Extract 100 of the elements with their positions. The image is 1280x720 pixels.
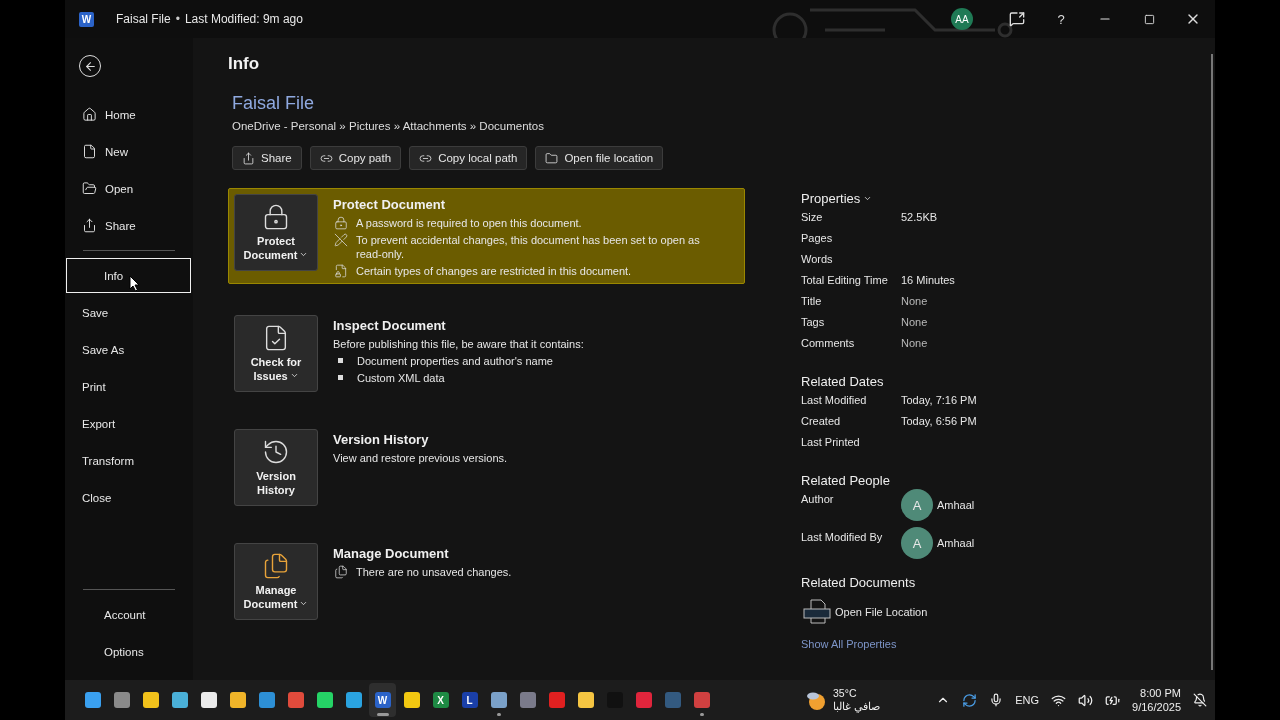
- clock-time[interactable]: 8:00 PM: [1140, 686, 1181, 700]
- app-icon: [693, 692, 710, 708]
- app-icon: [548, 692, 565, 708]
- person-avatar: A: [901, 489, 933, 521]
- microphone-icon[interactable]: [989, 693, 1004, 707]
- notification-icon[interactable]: [1193, 693, 1207, 707]
- properties-dropdown[interactable]: Properties: [801, 191, 1061, 206]
- property-value: Today, 7:16 PM: [901, 394, 978, 406]
- app-icon: W: [374, 692, 391, 708]
- section-title: Manage Document: [333, 546, 450, 561]
- property-value[interactable]: None: [901, 337, 1061, 349]
- property-label: Comments: [801, 337, 856, 349]
- document-title: Faisal File: [116, 12, 171, 26]
- section-tile-button[interactable]: Check for Issues: [234, 315, 318, 392]
- section-text: Custom XML data: [357, 371, 445, 385]
- mouse-pointer-icon: [129, 275, 140, 292]
- app-icon: [316, 692, 333, 708]
- sidebar-item[interactable]: Home: [66, 97, 191, 132]
- clock-date[interactable]: 9/16/2025: [1132, 700, 1181, 714]
- sidebar-item[interactable]: Save: [66, 295, 191, 330]
- file-name: Faisal File: [232, 93, 316, 114]
- section-tile-button[interactable]: Version History: [234, 429, 318, 506]
- action-button[interactable]: Open file location: [535, 146, 664, 170]
- app-icon: [664, 692, 681, 708]
- html-file-icon: [803, 599, 831, 625]
- sidebar-item[interactable]: Open: [66, 171, 191, 206]
- help-button[interactable]: ?: [1039, 3, 1083, 35]
- sidebar-item[interactable]: New: [66, 134, 191, 169]
- sidebar-item[interactable]: Transform: [66, 443, 191, 478]
- file-path: OneDrive - Personal » Pictures » Attachments » Documentos: [232, 120, 545, 132]
- section-tile-button[interactable]: Protect Document: [234, 194, 318, 271]
- section-icon: [262, 552, 290, 580]
- app-icon: [345, 692, 362, 708]
- section-text: Document properties and author's name: [357, 354, 553, 368]
- property-label: Created: [801, 415, 842, 427]
- taskbar-app-button[interactable]: X: [427, 683, 454, 717]
- sidebar-item[interactable]: Share: [66, 208, 191, 243]
- note-icon: [334, 565, 348, 579]
- note-icon: [334, 216, 348, 230]
- section-title: Version History: [333, 432, 430, 447]
- sidebar-item-icon: [82, 144, 97, 159]
- section-tile-button[interactable]: Manage Document: [234, 543, 318, 620]
- volume-icon[interactable]: [1078, 692, 1094, 708]
- property-label: Author: [801, 493, 835, 505]
- property-label: Tags: [801, 316, 826, 328]
- person-name: Amhaal: [937, 537, 975, 549]
- property-label: Title: [801, 295, 823, 307]
- sidebar-item[interactable]: Options: [66, 634, 191, 669]
- app-icon: [84, 692, 101, 708]
- sidebar-item[interactable]: Print: [66, 369, 191, 404]
- property-label: Size: [801, 211, 824, 223]
- folder-icon: [545, 151, 559, 165]
- person-name: Amhaal: [937, 499, 975, 511]
- property-value[interactable]: None: [901, 295, 1061, 307]
- wifi-icon[interactable]: [1051, 692, 1067, 708]
- last-modified-status: Last Modified: 9m ago: [184, 12, 303, 26]
- property-value: Today, 6:56 PM: [901, 415, 978, 427]
- sidebar-item[interactable]: Close: [66, 480, 191, 515]
- feedback-icon: [1009, 11, 1025, 27]
- section-text: View and restore previous versions.: [333, 451, 508, 465]
- app-icon: X: [432, 692, 449, 708]
- taskbar-app-button[interactable]: W: [369, 683, 396, 717]
- app-icon: L: [461, 692, 478, 708]
- property-value[interactable]: None: [901, 316, 1061, 328]
- language-indicator[interactable]: ENG: [1015, 694, 1040, 706]
- section-title: Protect Document: [333, 197, 446, 212]
- section-title: Inspect Document: [333, 318, 447, 333]
- app-icon: [113, 692, 130, 708]
- action-button[interactable]: Copy local path: [409, 146, 528, 170]
- caret-icon: [863, 194, 873, 203]
- word-logo-icon: W: [79, 11, 94, 27]
- user-avatar[interactable]: AA: [951, 8, 973, 30]
- section-heading: Related People: [801, 473, 891, 488]
- sidebar-item[interactable]: Save As: [66, 332, 191, 367]
- action-button[interactable]: Copy path: [309, 146, 402, 170]
- title-separator: •: [175, 12, 180, 26]
- action-button[interactable]: Share: [232, 146, 302, 170]
- property-label: Pages: [801, 232, 834, 244]
- open-file-location-link[interactable]: Open File Location: [803, 595, 1061, 629]
- show-all-properties-link[interactable]: Show All Properties: [801, 638, 1061, 650]
- sidebar-item-icon: [82, 107, 97, 122]
- taskbar-app-button[interactable]: L: [456, 683, 483, 717]
- note-icon: [334, 264, 348, 278]
- property-label: Last Printed: [801, 436, 861, 448]
- app-icon: [490, 692, 507, 708]
- scrollbar[interactable]: [1211, 54, 1213, 670]
- app-icon: [142, 692, 159, 708]
- sidebar-item[interactable]: Export: [66, 406, 191, 441]
- sync-icon[interactable]: [962, 692, 978, 708]
- property-label: Words: [801, 253, 834, 265]
- property-label: Total Editing Time: [801, 274, 889, 286]
- app-icon: [519, 692, 536, 708]
- section-text: A password is required to open this document.: [356, 216, 582, 230]
- sidebar-item[interactable]: Info: [66, 258, 191, 293]
- app-icon: [171, 692, 188, 708]
- sidebar-item[interactable]: Account: [66, 597, 191, 632]
- note-icon: [334, 233, 348, 247]
- sidebar-item-icon: [82, 218, 97, 233]
- app-icon: [229, 692, 246, 708]
- section-heading: Related Documents: [801, 575, 917, 590]
